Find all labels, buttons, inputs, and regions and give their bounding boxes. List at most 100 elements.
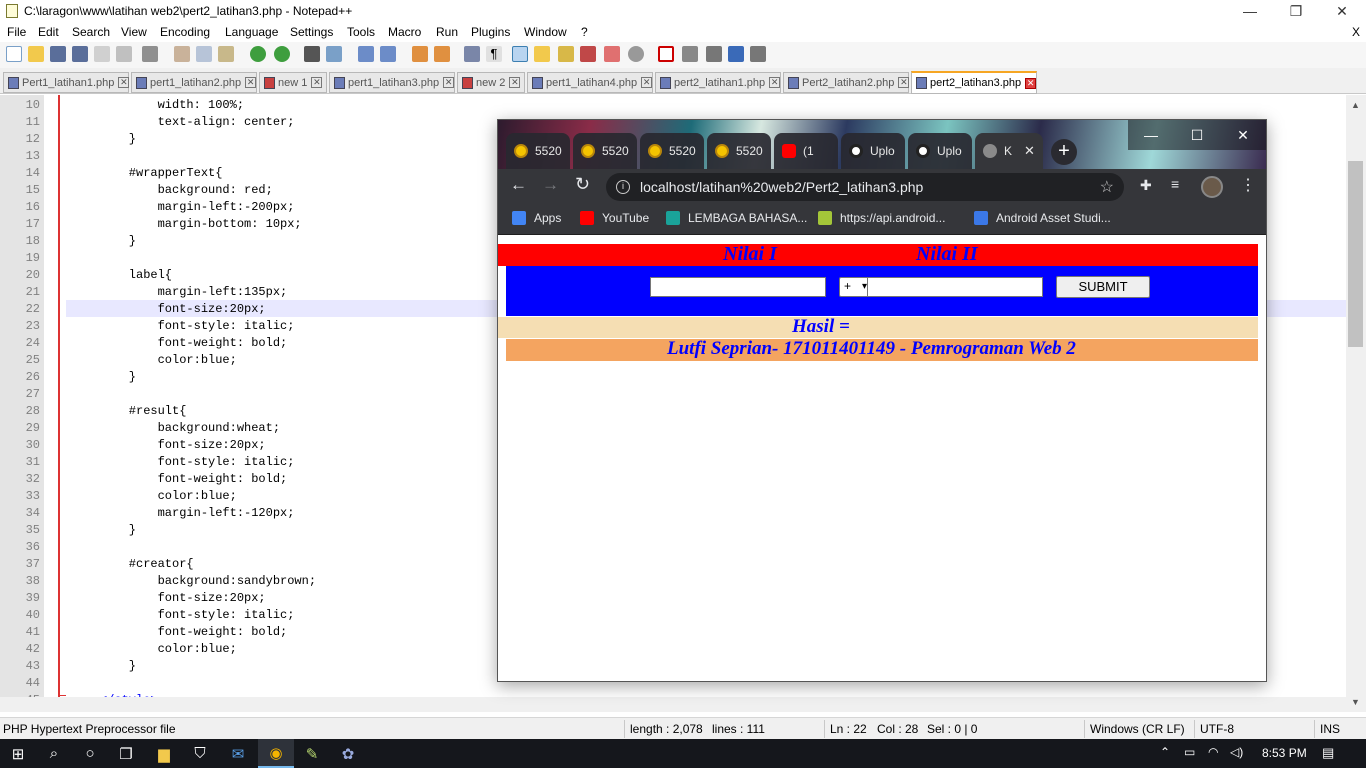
browser-tab[interactable]: Uplo — [908, 133, 972, 169]
save-macro-icon[interactable] — [750, 46, 766, 62]
close-icon[interactable]: ✕ — [509, 77, 521, 88]
info-icon[interactable]: i — [616, 180, 630, 194]
folder-as-workspace-icon[interactable] — [604, 46, 620, 62]
document-map-icon[interactable] — [558, 46, 574, 62]
more-options-icon[interactable]: ⋮ — [1240, 175, 1256, 195]
browser-tab-active[interactable]: K ✕ — [975, 133, 1043, 169]
cut-icon[interactable] — [174, 46, 190, 62]
restore-button[interactable]: ❐ — [1273, 0, 1319, 22]
horizontal-scrollbar[interactable] — [0, 697, 1346, 712]
zoom-in-icon[interactable] — [358, 46, 374, 62]
tab-pert1-latihan4[interactable]: pert1_latihan4.php ✕ — [527, 72, 653, 93]
extensions-icon[interactable]: ✚ — [1140, 177, 1152, 194]
menu-search[interactable]: Search — [72, 25, 110, 39]
zoom-out-icon[interactable] — [380, 46, 396, 62]
menu-plugins[interactable]: Plugins — [471, 25, 510, 39]
new-tab-button[interactable]: + — [1051, 139, 1077, 165]
play-macro-icon[interactable] — [706, 46, 722, 62]
menu-run[interactable]: Run — [436, 25, 458, 39]
wifi-icon[interactable]: ◠ — [1208, 745, 1218, 759]
windows-start-icon[interactable]: ⊞ — [0, 739, 36, 768]
close-icon[interactable]: ✕ — [769, 77, 781, 88]
media-control-icon[interactable]: ≡ — [1171, 176, 1179, 192]
undo-icon[interactable] — [250, 46, 266, 62]
close-icon[interactable]: ✕ — [245, 77, 257, 88]
copy-icon[interactable] — [196, 46, 212, 62]
bookmark-star-icon[interactable]: ☆ — [1100, 177, 1114, 197]
profile-avatar[interactable] — [1201, 176, 1223, 198]
browser-tab[interactable]: (1 — [774, 133, 838, 169]
menu-tools[interactable]: Tools — [347, 25, 375, 39]
search-icon[interactable]: ⌕ — [36, 739, 72, 768]
close-file-icon[interactable] — [94, 46, 110, 62]
close-icon[interactable]: ✕ — [1025, 77, 1037, 89]
close-icon[interactable]: ✕ — [641, 77, 653, 88]
record-macro-icon[interactable] — [658, 46, 674, 62]
battery-icon[interactable]: ▭ — [1184, 745, 1195, 759]
browser-tab[interactable]: 5520 — [707, 133, 771, 169]
menu-file[interactable]: File — [7, 25, 26, 39]
run-macro-multiple-icon[interactable] — [728, 46, 744, 62]
store-icon[interactable]: ⛉ — [182, 739, 218, 768]
function-list-icon[interactable] — [580, 46, 596, 62]
save-icon[interactable] — [50, 46, 66, 62]
menu-edit[interactable]: Edit — [38, 25, 59, 39]
clock[interactable]: 8:53 PM — [1262, 746, 1307, 760]
tab-new-1[interactable]: new 1 ✕ — [259, 72, 327, 93]
bookmark-apps[interactable]: Apps — [512, 211, 561, 225]
close-icon[interactable]: ✕ — [311, 77, 323, 88]
browser-tab[interactable]: 5520 — [640, 133, 704, 169]
tab-pert2-latihan2[interactable]: Pert2_latihan2.php ✕ — [783, 72, 910, 93]
menu-settings[interactable]: Settings — [290, 25, 333, 39]
task-view-icon[interactable]: ❐ — [108, 739, 144, 768]
mail-icon[interactable]: ✉ — [220, 739, 256, 768]
browser-close-button[interactable]: ✕ — [1220, 120, 1266, 150]
tab-pert1-latihan2[interactable]: pert1_latihan2.php ✕ — [131, 72, 257, 93]
browser-maximize-button[interactable]: ☐ — [1174, 120, 1220, 150]
bookmark-android-asset-studio[interactable]: Android Asset Studi... — [974, 211, 1111, 225]
nilai-2-input[interactable] — [867, 277, 1043, 297]
bookmark-android-api[interactable]: https://api.android... — [818, 211, 945, 225]
cortana-icon[interactable]: ○ — [72, 739, 108, 768]
back-icon[interactable]: ← — [510, 175, 527, 195]
menu-language[interactable]: Language — [225, 25, 278, 39]
stop-macro-icon[interactable] — [682, 46, 698, 62]
file-explorer-icon[interactable]: ▆ — [146, 739, 182, 768]
redo-icon[interactable] — [274, 46, 290, 62]
user-defined-language-icon[interactable] — [534, 46, 550, 62]
scrollbar-thumb[interactable] — [1348, 161, 1363, 347]
minimize-button[interactable]: — — [1227, 0, 1273, 22]
show-all-characters-icon[interactable]: ¶ — [486, 46, 502, 62]
close-all-icon[interactable] — [116, 46, 132, 62]
close-icon[interactable]: ✕ — [443, 77, 455, 88]
address-bar[interactable]: i localhost/latihan%20web2/Pert2_latihan… — [606, 173, 1124, 201]
menu-macro[interactable]: Macro — [388, 25, 421, 39]
browser-minimize-button[interactable]: — — [1128, 120, 1174, 150]
open-file-icon[interactable] — [28, 46, 44, 62]
reload-icon[interactable]: ↻ — [575, 174, 590, 195]
new-file-icon[interactable] — [6, 46, 22, 62]
show-hidden-icons-icon[interactable]: ⌃ — [1160, 745, 1170, 759]
menu-help[interactable]: ? — [581, 25, 588, 39]
menu-window[interactable]: Window — [524, 25, 567, 39]
bookmark-lembaga-bahasa[interactable]: LEMBAGA BAHASA... — [666, 211, 807, 225]
close-icon[interactable]: ✕ — [898, 77, 910, 88]
close-button[interactable]: ✕ — [1319, 0, 1365, 22]
bookmark-youtube[interactable]: YouTube — [580, 211, 649, 225]
menu-view[interactable]: View — [121, 25, 147, 39]
notifications-icon[interactable]: ▤ — [1322, 745, 1334, 761]
sync-horizontal-icon[interactable] — [434, 46, 450, 62]
word-wrap-icon[interactable] — [464, 46, 480, 62]
indent-guide-icon[interactable] — [512, 46, 528, 62]
vertical-scrollbar[interactable]: ▲ ▼ — [1346, 95, 1366, 712]
replace-icon[interactable] — [326, 46, 342, 62]
close-document-button[interactable]: X — [1352, 25, 1360, 39]
browser-tab[interactable]: 5520 — [573, 133, 637, 169]
find-icon[interactable] — [304, 46, 320, 62]
submit-button[interactable]: SUBMIT — [1056, 276, 1150, 298]
scroll-up-icon[interactable]: ▲ — [1351, 100, 1360, 110]
tab-pert2-latihan1[interactable]: pert2_latihan1.php ✕ — [655, 72, 781, 93]
tab-new-2[interactable]: new 2 ✕ — [457, 72, 525, 93]
scroll-down-icon[interactable]: ▼ — [1351, 697, 1360, 707]
browser-tab[interactable]: 5520 — [506, 133, 570, 169]
